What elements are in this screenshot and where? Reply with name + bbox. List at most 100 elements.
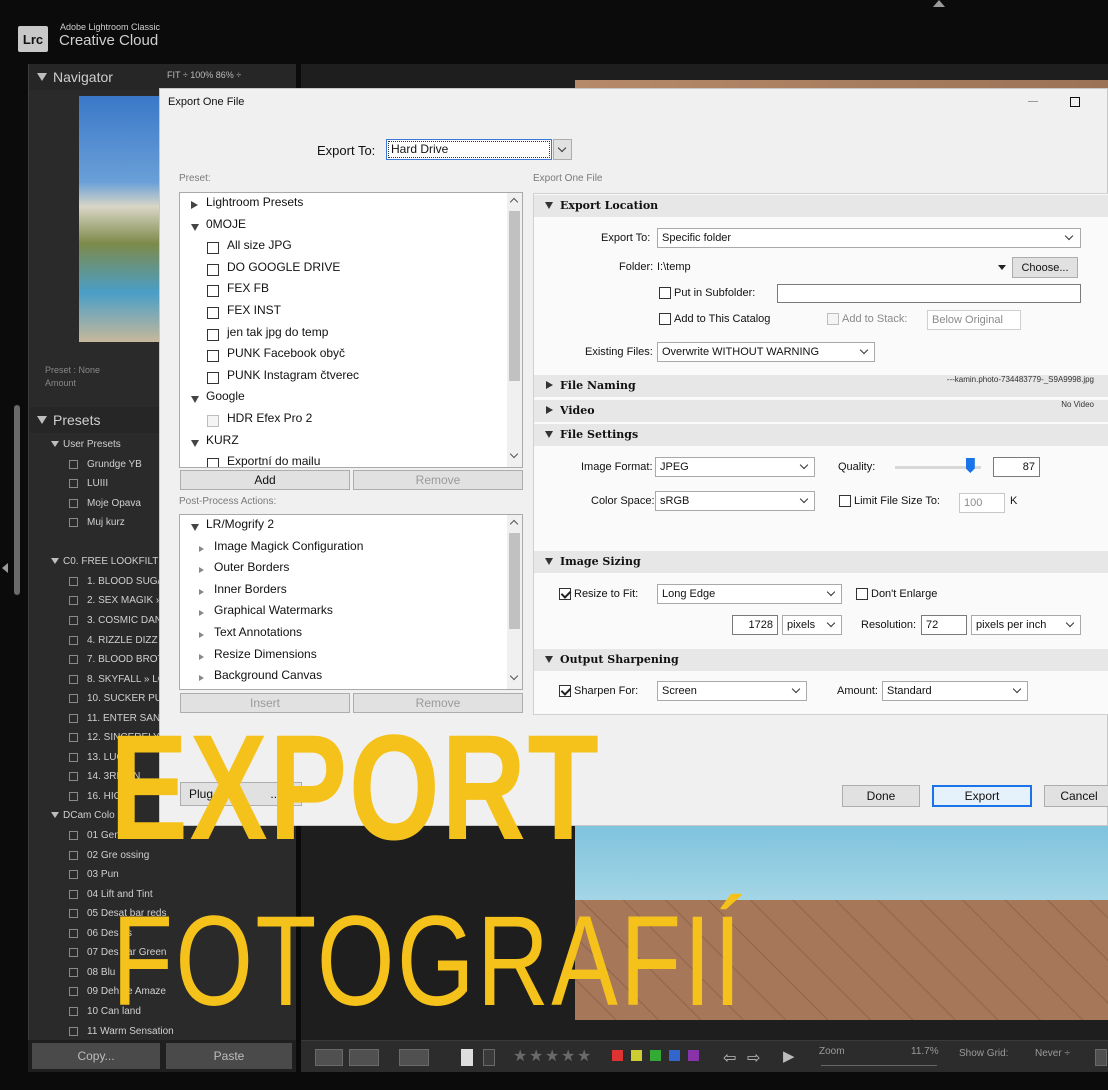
export-settings-panel: Export Location Export To: Specific fold… [533,193,1108,715]
section-video[interactable]: Video No Video [534,400,1108,422]
collapse-triangle-icon[interactable] [191,396,199,404]
section-image-sizing[interactable]: Image Sizing [534,551,1108,573]
flag-icon[interactable] [461,1049,473,1066]
color-label-purple[interactable] [688,1050,699,1061]
quality-input[interactable]: 87 [993,457,1040,477]
export-to-select[interactable]: Hard Drive [386,139,552,160]
star-icon[interactable]: ★ [513,1046,527,1065]
minimize-icon[interactable] [1028,101,1038,102]
done-button[interactable]: Done [842,785,920,807]
color-label-yellow[interactable] [631,1050,642,1061]
post-process-listbox[interactable]: LR/Mogrify 2 Image Magick Configuration Ou… [179,514,523,690]
color-label-red[interactable] [612,1050,623,1061]
stack-position-select[interactable]: Below Original [927,310,1021,330]
limit-file-size-input[interactable]: 100 [959,493,1005,513]
choose-folder-button[interactable]: Choose... [1012,257,1078,278]
export-button[interactable]: Export [932,785,1032,807]
preset-checkbox[interactable] [207,263,219,276]
color-space-select[interactable]: sRGB [655,491,815,511]
show-grid-select[interactable]: Never ÷ [1035,1048,1070,1059]
sharpen-for-checkbox[interactable] [559,685,571,697]
preset-checkbox[interactable] [207,371,219,384]
quality-slider-thumb[interactable] [965,458,975,473]
add-to-catalog-checkbox[interactable] [659,313,671,325]
preset-checkbox[interactable] [207,285,219,298]
star-icon[interactable]: ★ [529,1046,543,1065]
preset-checkbox[interactable] [207,350,219,363]
compare-view-icon[interactable] [349,1049,379,1066]
preset-checkbox[interactable] [207,415,219,427]
cancel-button[interactable]: Cancel [1044,785,1108,807]
add-preset-button[interactable]: Add [180,470,350,490]
slideshow-play-icon[interactable]: ▶ [783,1047,795,1065]
scroll-thumb[interactable] [509,533,520,629]
scroll-up-icon[interactable] [509,197,519,207]
checkbox-icon[interactable] [1095,1049,1107,1066]
previous-arrow-icon[interactable]: ⇦ [723,1048,736,1068]
scroll-thumb[interactable] [509,211,520,381]
next-arrow-icon[interactable]: ⇨ [747,1048,760,1068]
sharpen-for-select[interactable]: Screen [657,681,807,701]
scroll-down-icon[interactable] [509,671,519,681]
preset-icon [69,459,78,469]
reject-flag-icon[interactable] [483,1049,495,1066]
section-output-sharpening[interactable]: Output Sharpening [534,649,1108,671]
copy-button[interactable]: Copy... [32,1043,160,1069]
expand-triangle-icon [51,558,59,565]
scroll-up-icon[interactable] [509,519,519,529]
folder-history-icon[interactable] [998,265,1006,270]
location-export-to-select[interactable]: Specific folder [657,228,1081,248]
put-in-subfolder-checkbox[interactable] [659,287,671,299]
preset-row-label: Lightroom Presets [206,195,304,209]
color-label-blue[interactable] [669,1050,680,1061]
resize-to-fit-checkbox[interactable] [559,588,571,600]
collapse-triangle-icon[interactable] [37,73,47,81]
left-panel-toggle-icon[interactable] [2,563,8,573]
file-naming-preview: ---kamin.photo-734483779-_S9A9998.jpg [946,375,1094,384]
section-file-settings[interactable]: File Settings [534,424,1108,446]
section-file-naming[interactable]: File Naming ---kamin.photo-734483779-_S9… [534,375,1108,397]
survey-view-icon[interactable] [399,1049,429,1066]
image-format-select[interactable]: JPEG [655,457,815,477]
expand-triangle-icon[interactable] [191,201,198,209]
resize-mode-select[interactable]: Long Edge [657,584,842,604]
navigator-preview[interactable] [79,96,161,342]
color-label-green[interactable] [650,1050,661,1061]
dont-enlarge-checkbox[interactable] [856,588,868,600]
collapse-triangle-icon[interactable] [191,223,199,231]
left-scrollbar[interactable] [14,405,20,595]
post-scrollbar[interactable] [507,515,522,689]
preset-label: Muj kurz [87,517,125,529]
preset-listbox[interactable]: Lightroom Presets 0MOJE All size JPG DO GOO… [179,192,523,468]
section-export-location[interactable]: Export Location [534,195,1108,217]
existing-files-select[interactable]: Overwrite WITHOUT WARNING [657,342,875,362]
star-icon[interactable]: ★ [561,1046,575,1065]
navigator-header[interactable]: Navigator FIT ÷ 100% 86% ÷ [29,64,296,90]
navigator-zoom-options[interactable]: FIT ÷ 100% 86% ÷ [167,70,241,80]
collapse-triangle-icon[interactable] [191,439,199,447]
subfolder-input[interactable] [777,284,1081,303]
paste-button[interactable]: Paste [166,1043,292,1069]
preset-scrollbar[interactable] [507,193,522,467]
panel-toggle-up-icon[interactable] [933,0,945,7]
preset-checkbox[interactable] [207,328,219,341]
maximize-icon[interactable] [1070,97,1080,107]
star-icon[interactable]: ★ [577,1046,591,1065]
star-icon[interactable]: ★ [545,1046,559,1065]
resolution-unit-select[interactable]: pixels per inch [971,615,1081,635]
remove-preset-button[interactable]: Remove [353,470,523,490]
amount-select[interactable]: Standard [882,681,1028,701]
scroll-down-icon[interactable] [509,449,519,459]
expand-triangle-icon [51,441,59,447]
add-to-stack-checkbox[interactable] [827,313,839,325]
collapse-triangle-icon[interactable] [37,416,47,424]
preset-checkbox[interactable] [207,458,219,467]
export-to-dropdown-button[interactable] [553,139,572,160]
resolution-input[interactable]: 72 [921,615,967,635]
preset-checkbox[interactable] [207,307,219,319]
long-edge-input[interactable]: 1728 [732,615,778,635]
zoom-slider[interactable] [821,1065,937,1066]
limit-file-size-checkbox[interactable] [839,495,851,507]
preset-checkbox[interactable] [207,242,219,255]
loupe-view-icon[interactable] [315,1049,343,1066]
